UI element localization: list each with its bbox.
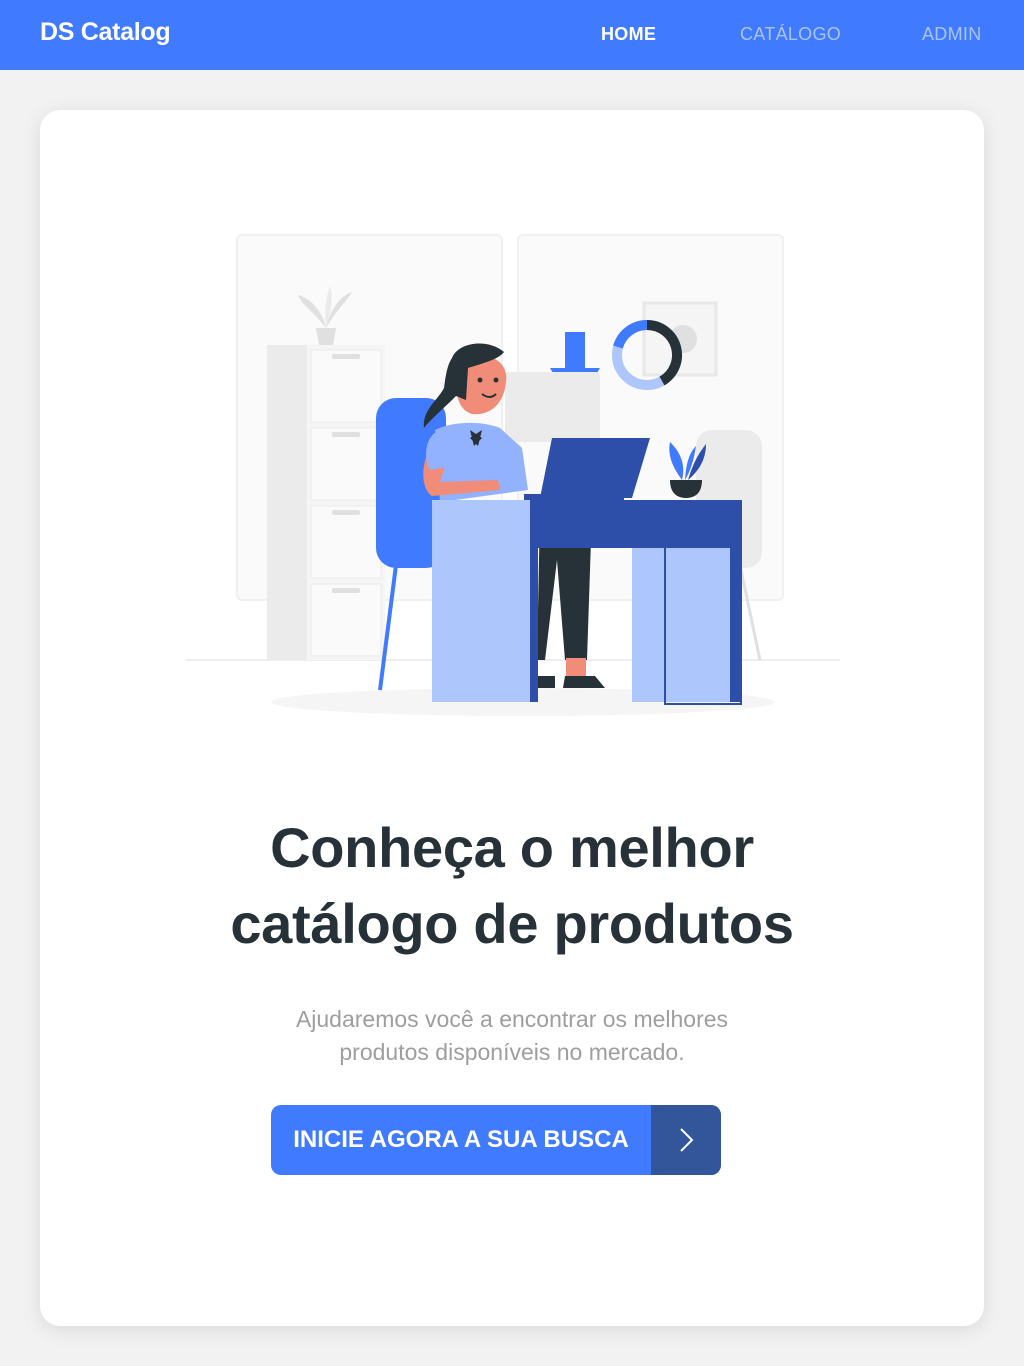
start-search-button-label: INICIE AGORA A SUA BUSCA: [293, 1126, 629, 1153]
hero-title: Conheça o melhor catálogo de produtos: [40, 810, 984, 962]
hero-subtitle: Ajudaremos você a encontrar os melhores …: [40, 1003, 984, 1069]
hero-title-line-2: catálogo de produtos: [230, 892, 794, 955]
woman-working-at-desk-illustration: [186, 234, 840, 716]
navbar: DS Catalog HOME CATÁLOGO ADMIN: [0, 0, 1024, 70]
chevron-right-icon: [651, 1105, 721, 1175]
hero-subtitle-line-1: Ajudaremos você a encontrar os melhores: [295, 1006, 729, 1032]
hero-subtitle-line-2: produtos disponíveis no mercado.: [339, 1039, 685, 1065]
brand-logo[interactable]: DS Catalog: [40, 18, 171, 47]
nav-link-home[interactable]: HOME: [601, 24, 656, 45]
hero-card: Conheça o melhor catálogo de produtos Aj…: [40, 110, 984, 1326]
nav-link-catalog[interactable]: CATÁLOGO: [740, 24, 841, 45]
nav-link-admin[interactable]: ADMIN: [922, 24, 982, 45]
start-search-button[interactable]: INICIE AGORA A SUA BUSCA: [271, 1105, 721, 1175]
hero-title-line-1: Conheça o melhor: [270, 816, 754, 879]
